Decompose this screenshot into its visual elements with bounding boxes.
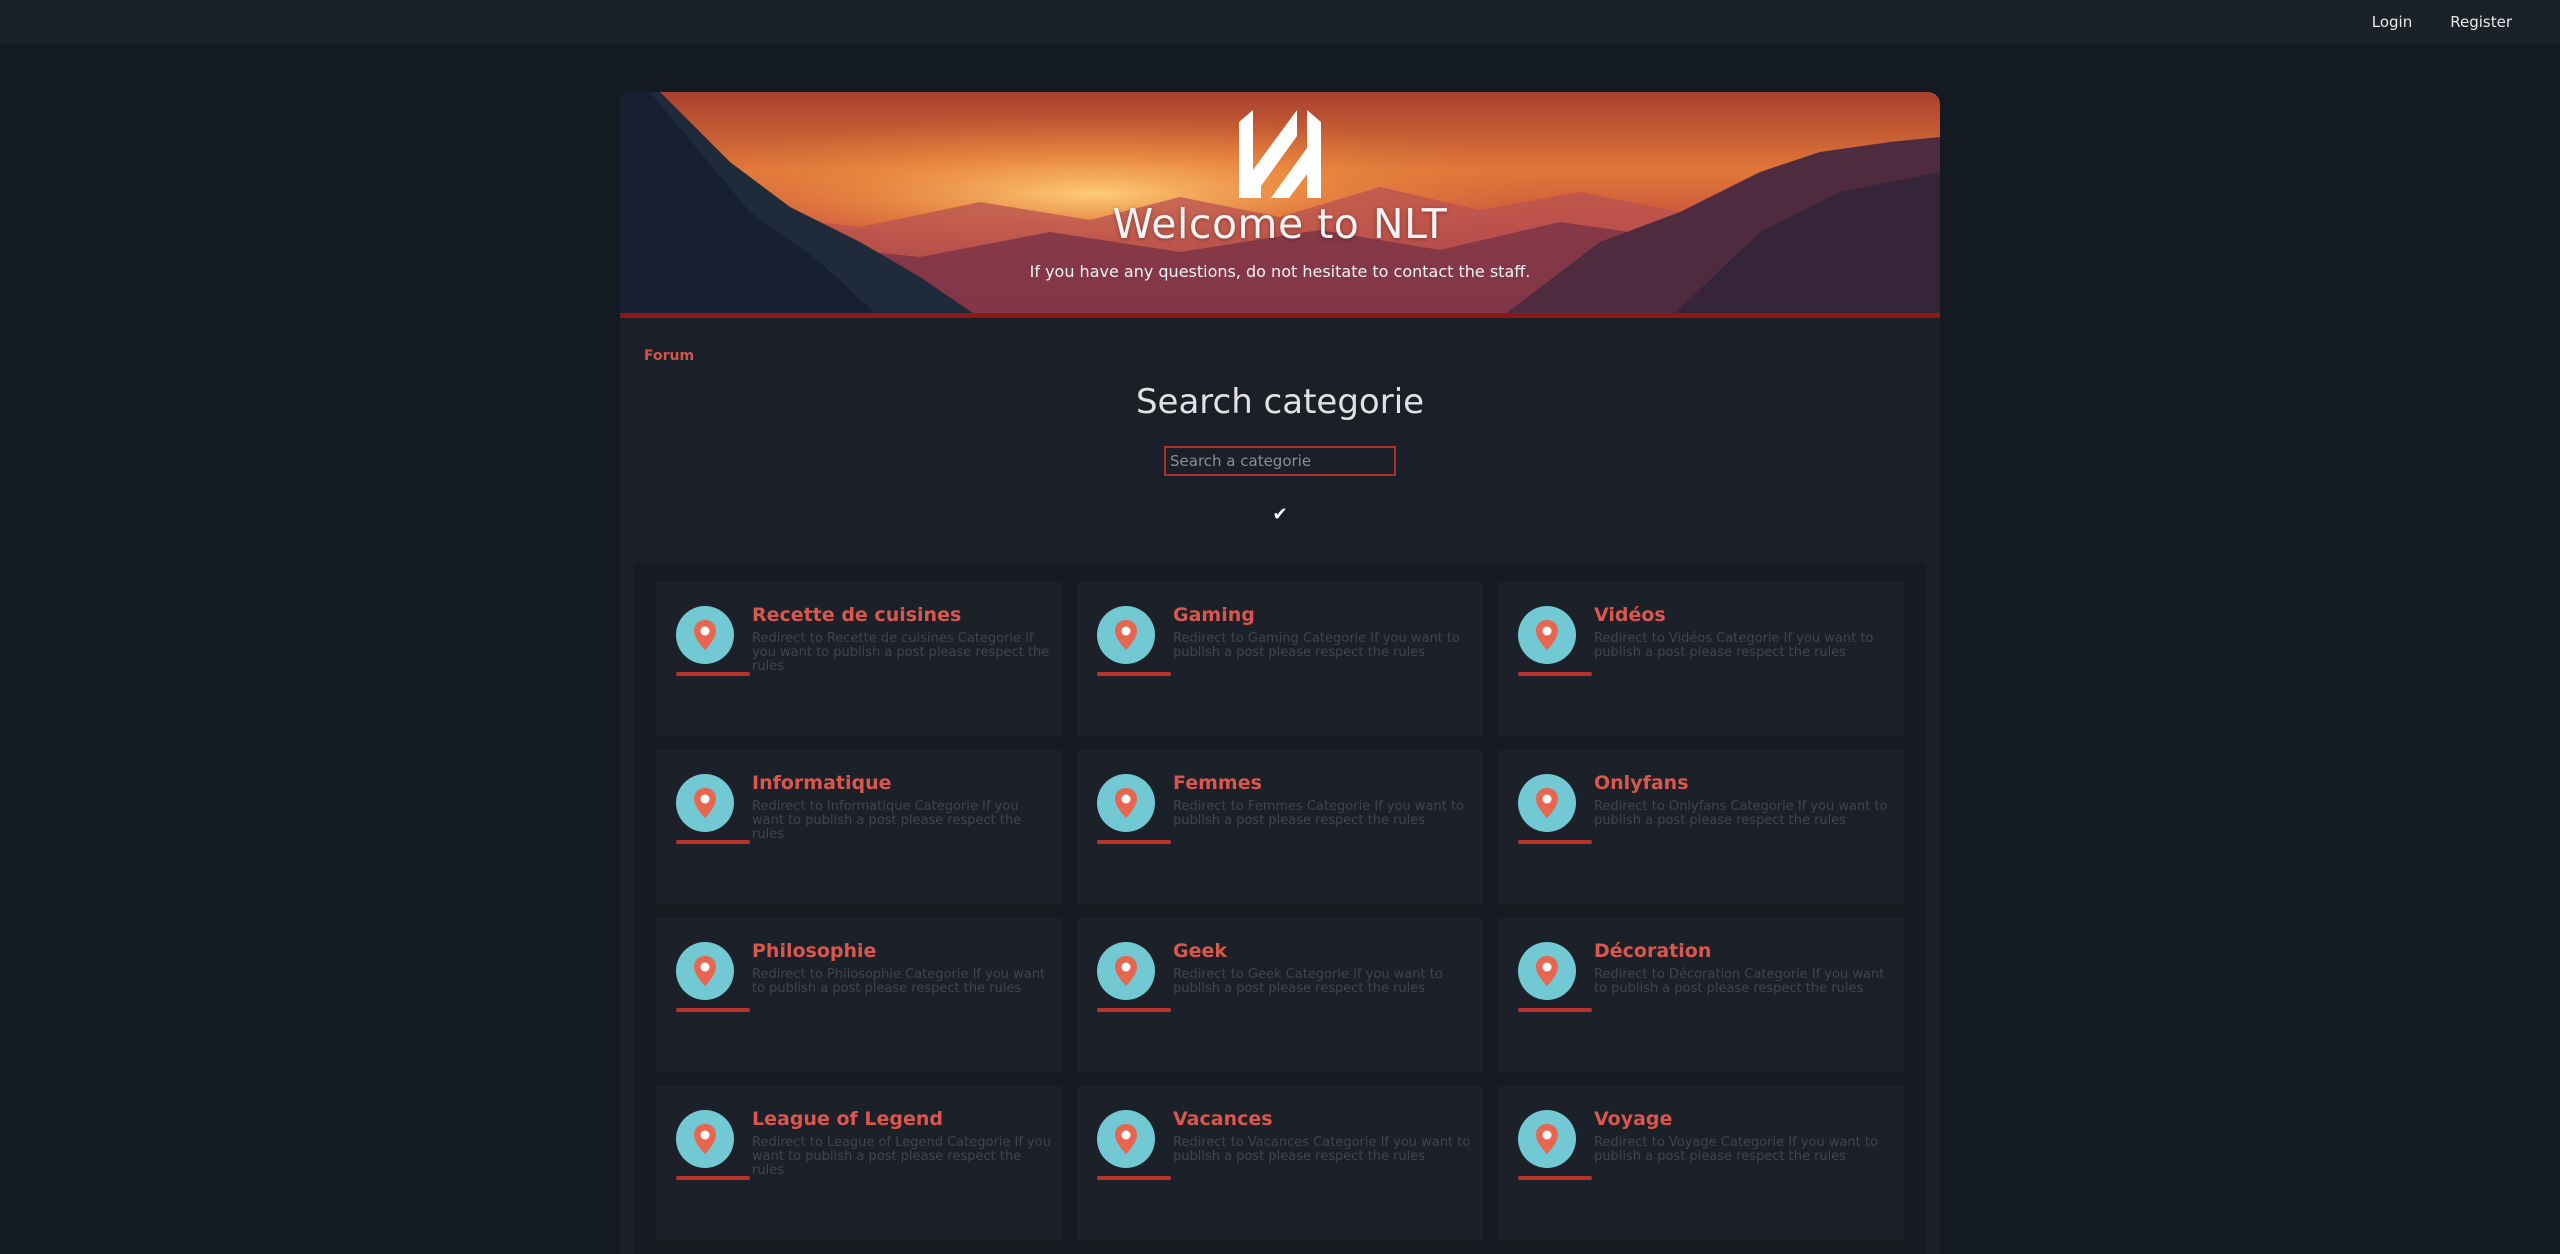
category-underline [1097,1008,1171,1012]
category-description: Redirect to Femmes Categorie If you want… [1173,799,1465,828]
category-underline [1518,1176,1592,1180]
category-description: Redirect to League of Legend Categorie I… [752,1135,1051,1178]
category-name[interactable]: Femmes [1173,772,1262,794]
category-card[interactable]: Vacances Redirect to Vacances Categorie … [1077,1086,1483,1240]
category-card[interactable]: Gaming Redirect to Gaming Categorie If y… [1077,582,1483,736]
category-description: Redirect to Geek Categorie If you want t… [1173,967,1443,996]
hero-banner: Welcome to NLT If you have any questions… [620,92,1940,318]
category-description: Redirect to Onlyfans Categorie If you wa… [1594,799,1888,828]
register-link[interactable]: Register [2450,13,2512,31]
category-card[interactable]: Vidéos Redirect to Vidéos Categorie If y… [1498,582,1904,736]
category-name[interactable]: Philosophie [752,940,876,962]
category-card[interactable]: Recette de cuisines Redirect to Recette … [656,582,1062,736]
category-name[interactable]: Informatique [752,772,892,794]
category-underline [1518,672,1592,676]
category-underline [676,840,750,844]
category-description: Redirect to Gaming Categorie If you want… [1173,631,1460,660]
category-underline [1097,840,1171,844]
category-card[interactable]: Onlyfans Redirect to Onlyfans Categorie … [1498,750,1904,904]
category-name[interactable]: Vidéos [1594,604,1666,626]
location-pin-icon [1518,774,1576,832]
location-pin-icon [1097,606,1155,664]
category-description: Redirect to Philosophie Categorie If you… [752,967,1046,996]
category-card[interactable]: Informatique Redirect to Informatique Ca… [656,750,1062,904]
breadcrumb-forum[interactable]: Forum [644,348,694,364]
location-pin-icon [676,606,734,664]
category-card[interactable]: Voyage Redirect to Voyage Categorie If y… [1498,1086,1904,1240]
location-pin-icon [1097,942,1155,1000]
category-name[interactable]: Onlyfans [1594,772,1689,794]
location-pin-icon [676,942,734,1000]
category-card[interactable]: Femmes Redirect to Femmes Categorie If y… [1077,750,1483,904]
hero-title: Welcome to NLT [1112,200,1448,248]
nlt-logo-icon [1239,110,1321,198]
category-underline [676,1008,750,1012]
location-pin-icon [1097,1110,1155,1168]
category-underline [1518,1008,1592,1012]
location-pin-icon [676,774,734,832]
category-card[interactable]: Geek Redirect to Geek Categorie If you w… [1077,918,1483,1072]
top-nav: Login Register [0,0,2560,44]
category-name[interactable]: Vacances [1173,1108,1273,1130]
category-name[interactable]: Gaming [1173,604,1255,626]
category-grid: Recette de cuisines Redirect to Recette … [634,564,1926,1254]
category-card[interactable]: Philosophie Redirect to Philosophie Cate… [656,918,1062,1072]
category-underline [676,1176,750,1180]
category-description: Redirect to Décoration Categorie If you … [1594,967,1885,996]
location-pin-icon [1518,1110,1576,1168]
location-pin-icon [1518,606,1576,664]
main-panel: Welcome to NLT If you have any questions… [620,92,1940,1254]
category-name[interactable]: Geek [1173,940,1227,962]
location-pin-icon [1518,942,1576,1000]
category-card[interactable]: Décoration Redirect to Décoration Catego… [1498,918,1904,1072]
location-pin-icon [1097,774,1155,832]
location-pin-icon [676,1110,734,1168]
search-input[interactable] [1164,446,1396,476]
category-name[interactable]: Décoration [1594,940,1711,962]
category-name[interactable]: Recette de cuisines [752,604,961,626]
category-name[interactable]: League of Legend [752,1108,943,1130]
search-submit-button[interactable]: ✔ [1266,500,1294,528]
category-underline [1518,840,1592,844]
category-description: Redirect to Voyage Categorie If you want… [1594,1135,1878,1164]
category-description: Redirect to Vacances Categorie If you wa… [1173,1135,1471,1164]
category-card[interactable]: League of Legend Redirect to League of L… [656,1086,1062,1240]
hero-subtitle: If you have any questions, do not hesita… [1029,262,1531,281]
category-underline [1097,1176,1171,1180]
category-underline [676,672,750,676]
category-name[interactable]: Voyage [1594,1108,1672,1130]
category-description: Redirect to Vidéos Categorie If you want… [1594,631,1874,660]
login-link[interactable]: Login [2372,13,2412,31]
search-title: Search categorie [1135,382,1425,422]
category-description: Redirect to Recette de cuisines Categori… [752,631,1050,674]
category-underline [1097,672,1171,676]
category-description: Redirect to Informatique Categorie If yo… [752,799,1022,842]
